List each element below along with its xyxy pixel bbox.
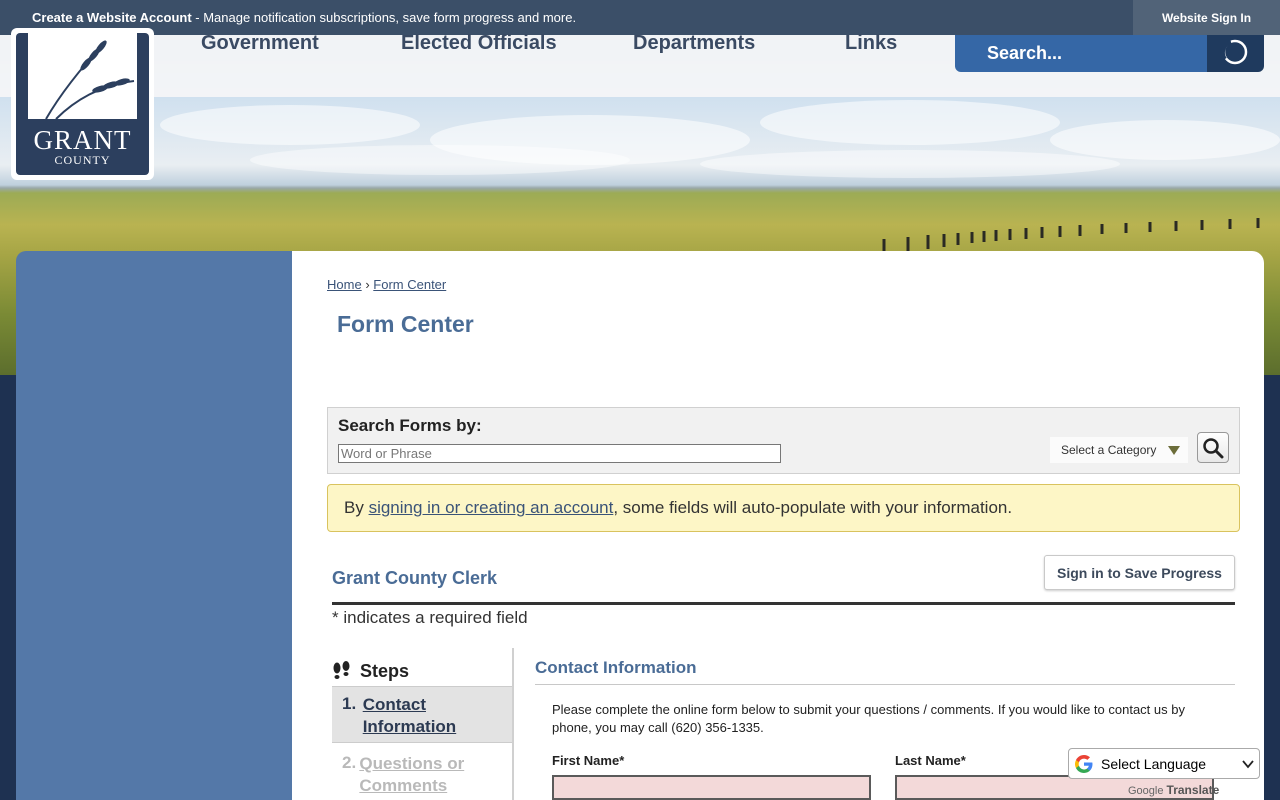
sign-in-notice: By signing in or creating an account, so… <box>327 484 1240 532</box>
translate-credit: Translate <box>1166 783 1220 797</box>
step-number: 1. <box>342 694 357 713</box>
search-forms-input[interactable] <box>338 444 781 463</box>
google-translate-credit: Google Translate <box>1128 783 1219 797</box>
breadcrumb: Home › Form Center <box>327 277 446 292</box>
site-search-button[interactable] <box>1207 35 1264 72</box>
section-title: Contact Information <box>535 658 697 677</box>
notice-prefix: By <box>344 498 369 517</box>
sign-in-create-account-link[interactable]: signing in or creating an account <box>369 498 614 517</box>
breadcrumb-form-center-link[interactable]: Form Center <box>373 277 446 292</box>
page-title: Form Center <box>337 311 474 337</box>
create-account-link[interactable]: Create a Website Account <box>32 10 192 25</box>
steps-divider <box>512 648 514 800</box>
search-forms-button[interactable] <box>1197 432 1229 463</box>
sign-in-to-save-progress-button[interactable]: Sign in to Save Progress <box>1044 555 1235 590</box>
breadcrumb-separator: › <box>365 277 370 292</box>
breadcrumb-home-link[interactable]: Home <box>327 277 362 292</box>
google-g-icon <box>1075 754 1093 773</box>
logo-text-grant: GRANT <box>33 125 132 155</box>
search-forms-label: Search Forms by: <box>338 416 482 435</box>
steps-heading: Steps <box>332 656 512 686</box>
form-title: Grant County Clerk <box>332 568 498 588</box>
fence-graphic <box>882 218 1260 251</box>
grant-county-logo[interactable]: GRANT COUNTY <box>11 28 154 180</box>
form-title-divider <box>332 602 1235 605</box>
google-credit: Google <box>1128 785 1164 797</box>
account-description: - Manage notification subscriptions, sav… <box>191 10 577 25</box>
language-select-label: Select Language <box>1101 755 1207 772</box>
step-questions-or-comments[interactable]: 2. Questions or Comments <box>332 746 512 800</box>
required-field-note: * indicates a required field <box>332 608 528 627</box>
language-select[interactable]: Select Language <box>1068 748 1260 779</box>
main-content: Home › Form Center Form Center Search Fo… <box>292 251 1264 800</box>
account-message: Create a Website Account - Manage notifi… <box>32 10 576 25</box>
website-sign-in-button[interactable]: Website Sign In <box>1133 0 1280 35</box>
chevron-down-icon <box>1168 446 1180 455</box>
search-forms-panel: Search Forms by: Select a Category <box>327 407 1240 474</box>
category-select-label: Select a Category <box>1061 443 1157 457</box>
chevron-down-icon <box>1242 760 1254 769</box>
main-navigation: Government Elected Officials Departments… <box>0 32 1280 97</box>
first-name-label: First Name* <box>552 753 625 768</box>
nav-item-departments[interactable]: Departments <box>633 32 755 55</box>
form-instructions: Please complete the online form below to… <box>552 702 1185 735</box>
nav-item-elected-officials[interactable]: Elected Officials <box>401 32 557 55</box>
step-label: Contact Information <box>362 695 457 736</box>
wheat-icon <box>28 33 137 120</box>
step-label: Questions or Comments <box>359 754 465 795</box>
step-contact-information[interactable]: 1. Contact Information <box>332 686 512 743</box>
site-search-input[interactable]: Search... <box>955 35 1208 72</box>
section-divider <box>535 684 1235 685</box>
category-select[interactable]: Select a Category <box>1050 437 1188 463</box>
search-icon <box>1203 437 1224 458</box>
nav-item-links[interactable]: Links <box>845 32 897 55</box>
search-icon <box>1220 39 1247 64</box>
footsteps-icon <box>333 661 350 679</box>
first-name-field[interactable] <box>552 775 871 800</box>
nav-item-government[interactable]: Government <box>201 32 319 55</box>
left-sidebar <box>16 251 308 800</box>
steps-heading-text: Steps <box>360 660 410 681</box>
last-name-label: Last Name* <box>895 753 966 768</box>
notice-suffix: , some fields will auto-populate with yo… <box>613 498 1013 517</box>
step-number: 2. <box>342 753 357 772</box>
logo-text-county: COUNTY <box>54 153 111 167</box>
account-bar: Create a Website Account - Manage notifi… <box>0 0 1280 35</box>
